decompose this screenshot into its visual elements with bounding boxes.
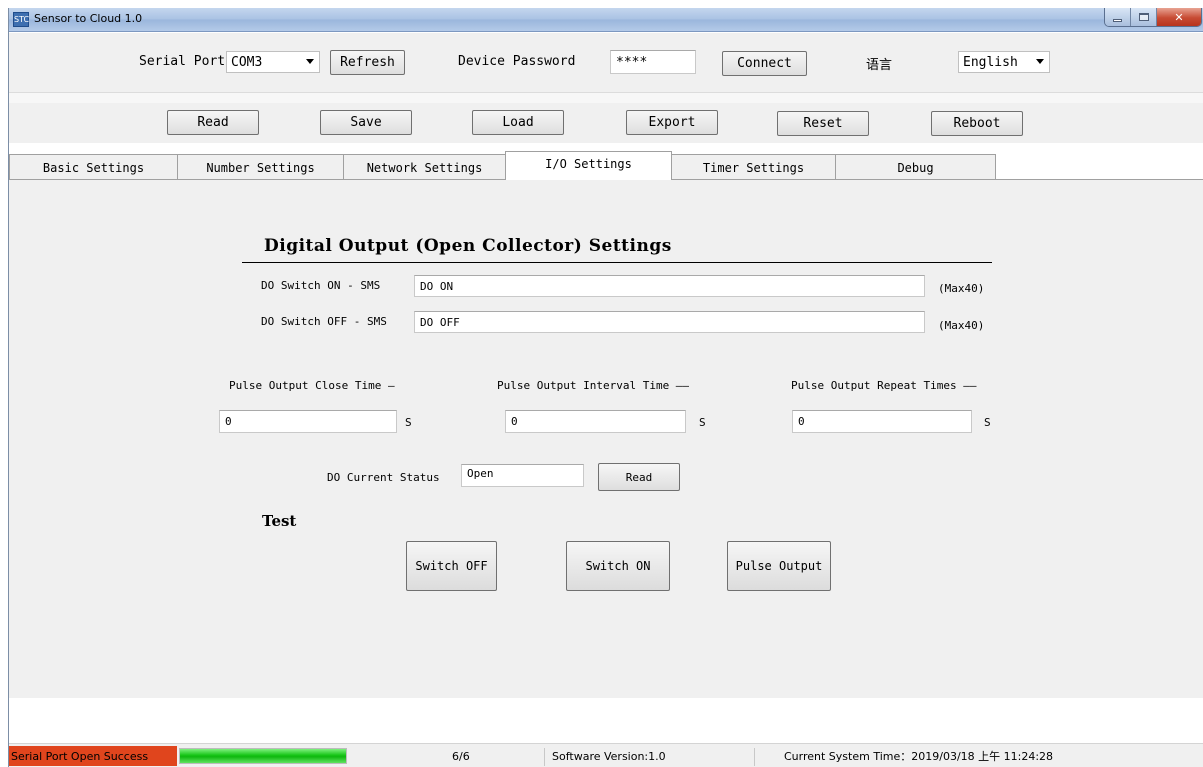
do-status-field: Open — [461, 464, 584, 487]
device-password-field[interactable]: **** — [610, 50, 696, 74]
load-button[interactable]: Load — [472, 110, 564, 135]
tab-io-settings[interactable]: I/O Settings — [505, 151, 672, 180]
window-controls: ✕ — [1104, 8, 1202, 27]
minimize-button[interactable] — [1105, 8, 1131, 26]
io-settings-panel: Digital Output (Open Collector) Settings… — [9, 180, 1203, 698]
switch-on-button[interactable]: Switch ON — [566, 541, 670, 591]
test-title: Test — [262, 512, 297, 530]
chevron-down-icon — [1036, 59, 1044, 64]
pulse-interval-label-text: Pulse Output Interval Time — [497, 379, 670, 392]
language-label: 语言 — [866, 58, 893, 73]
title-bar[interactable]: STC Sensor to Cloud 1.0 ✕ — [9, 8, 1203, 32]
do-on-sms-label: DO Switch ON - SMS — [261, 279, 381, 292]
app-window: STC Sensor to Cloud 1.0 ✕ Serial Port CO… — [8, 8, 1203, 767]
progress-bar — [179, 748, 347, 764]
maximize-button[interactable] — [1131, 8, 1157, 26]
pulse-interval-input[interactable]: 0 — [505, 410, 686, 433]
connection-toolbar: Serial Port COM3 Refresh Device Password… — [9, 33, 1203, 92]
close-button[interactable]: ✕ — [1157, 8, 1201, 26]
do-off-max-hint: (Max40) — [938, 319, 985, 332]
language-select[interactable]: English — [958, 51, 1050, 73]
do-off-sms-label: DO Switch OFF - SMS — [261, 315, 387, 328]
reset-button[interactable]: Reset — [777, 111, 869, 136]
tab-basic-settings[interactable]: Basic Settings — [9, 154, 178, 180]
toolbar-divider — [9, 92, 1203, 103]
status-separator — [754, 748, 755, 766]
section-title: Digital Output (Open Collector) Settings — [264, 236, 672, 256]
serial-port-value: COM3 — [231, 54, 263, 70]
app-icon: STC — [13, 12, 29, 27]
do-on-max-hint: (Max40) — [938, 282, 985, 295]
status-read-button[interactable]: Read — [598, 463, 680, 491]
read-button[interactable]: Read — [167, 110, 259, 135]
refresh-button[interactable]: Refresh — [330, 50, 405, 75]
status-bar: Serial Port Open Success 6/6 Software Ve… — [9, 743, 1203, 767]
action-toolbar: Read Save Load Export Reset Reboot — [9, 103, 1203, 143]
do-off-sms-input[interactable]: DO OFF — [414, 311, 925, 333]
pulse-interval-label: Pulse Output Interval Time —— — [497, 379, 690, 392]
language-value: English — [963, 54, 1018, 70]
pulse-repeat-unit: S — [984, 416, 991, 429]
maximize-icon — [1138, 13, 1149, 21]
software-version: Software Version:1.0 — [552, 749, 666, 763]
pulse-output-button[interactable]: Pulse Output — [727, 541, 831, 591]
serial-port-select[interactable]: COM3 — [226, 51, 320, 73]
pulse-repeat-input[interactable]: 0 — [792, 410, 972, 433]
pulse-close-input[interactable]: 0 — [219, 410, 397, 433]
close-icon: ✕ — [1174, 10, 1184, 24]
reboot-button[interactable]: Reboot — [931, 111, 1023, 136]
pulse-close-label: Pulse Output Close Time – — [229, 379, 395, 392]
connect-button[interactable]: Connect — [722, 51, 807, 76]
status-separator — [544, 748, 545, 766]
export-button[interactable]: Export — [626, 110, 718, 135]
status-message: Serial Port Open Success — [9, 746, 177, 766]
window-title: Sensor to Cloud 1.0 — [34, 12, 143, 25]
pulse-repeat-label: Pulse Output Repeat Times —— — [791, 379, 977, 392]
do-status-label: DO Current Status — [327, 471, 440, 484]
serial-port-label: Serial Port — [139, 54, 226, 69]
save-button[interactable]: Save — [320, 110, 412, 135]
progress-fill — [180, 749, 346, 763]
tab-timer-settings[interactable]: Timer Settings — [671, 154, 836, 180]
system-time: Current System Time：2019/03/18 上午 11:24:… — [784, 750, 1054, 763]
device-password-label: Device Password — [458, 54, 576, 69]
chevron-down-icon — [306, 59, 314, 64]
tab-number-settings[interactable]: Number Settings — [177, 154, 344, 180]
progress-count: 6/6 — [452, 749, 470, 763]
do-on-sms-input[interactable]: DO ON — [414, 275, 925, 297]
pulse-repeat-label-text: Pulse Output Repeat Times — [791, 379, 957, 392]
minimize-icon — [1113, 18, 1122, 22]
tab-network-settings[interactable]: Network Settings — [343, 154, 506, 180]
pulse-close-unit: S — [405, 416, 412, 429]
tab-debug[interactable]: Debug — [835, 154, 996, 180]
pulse-interval-unit: S — [699, 416, 706, 429]
section-divider — [242, 262, 992, 263]
switch-off-button[interactable]: Switch OFF — [406, 541, 497, 591]
pulse-close-label-text: Pulse Output Close Time — [229, 379, 382, 392]
